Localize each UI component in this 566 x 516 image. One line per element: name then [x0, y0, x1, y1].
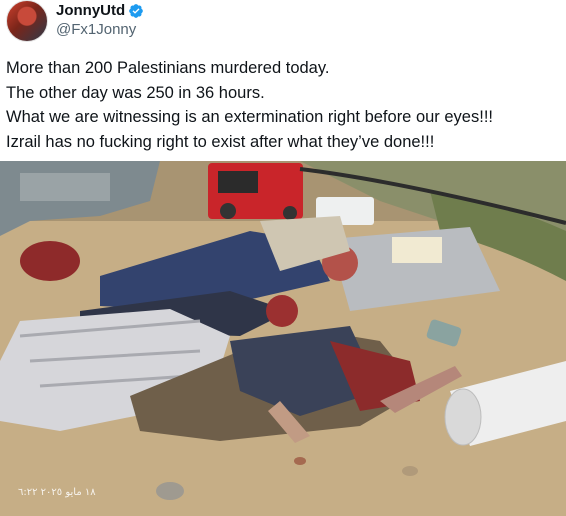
tweet-line: What we are witnessing is an exterminati… [6, 108, 493, 126]
author-names: JonnyUtd @Fx1Jonny [56, 1, 144, 39]
handle[interactable]: @Fx1Jonny [56, 20, 144, 39]
tweet: JonnyUtd @Fx1Jonny More than 200 Palesti… [0, 0, 566, 516]
photo-illustration [0, 161, 566, 516]
tweet-text: More than 200 Palestinians murdered toda… [6, 56, 562, 154]
tweet-line: The other day was 250 in 36 hours. [6, 83, 265, 102]
tweet-media-photo[interactable]: ١٨ مايو ٢٠٢٥ ٦:٢٢ [0, 161, 566, 516]
tweet-line: More than 200 Palestinians murdered toda… [6, 59, 330, 77]
photo-watermark: ١٨ مايو ٢٠٢٥ ٦:٢٢ [18, 487, 96, 498]
avatar[interactable] [6, 0, 48, 42]
display-name[interactable]: JonnyUtd [56, 1, 125, 20]
verified-badge-icon [128, 3, 144, 19]
tweet-line: Izrail has no fucking right to exist aft… [6, 132, 435, 151]
display-name-row: JonnyUtd [56, 1, 144, 20]
tweet-header: JonnyUtd @Fx1Jonny [6, 0, 144, 44]
